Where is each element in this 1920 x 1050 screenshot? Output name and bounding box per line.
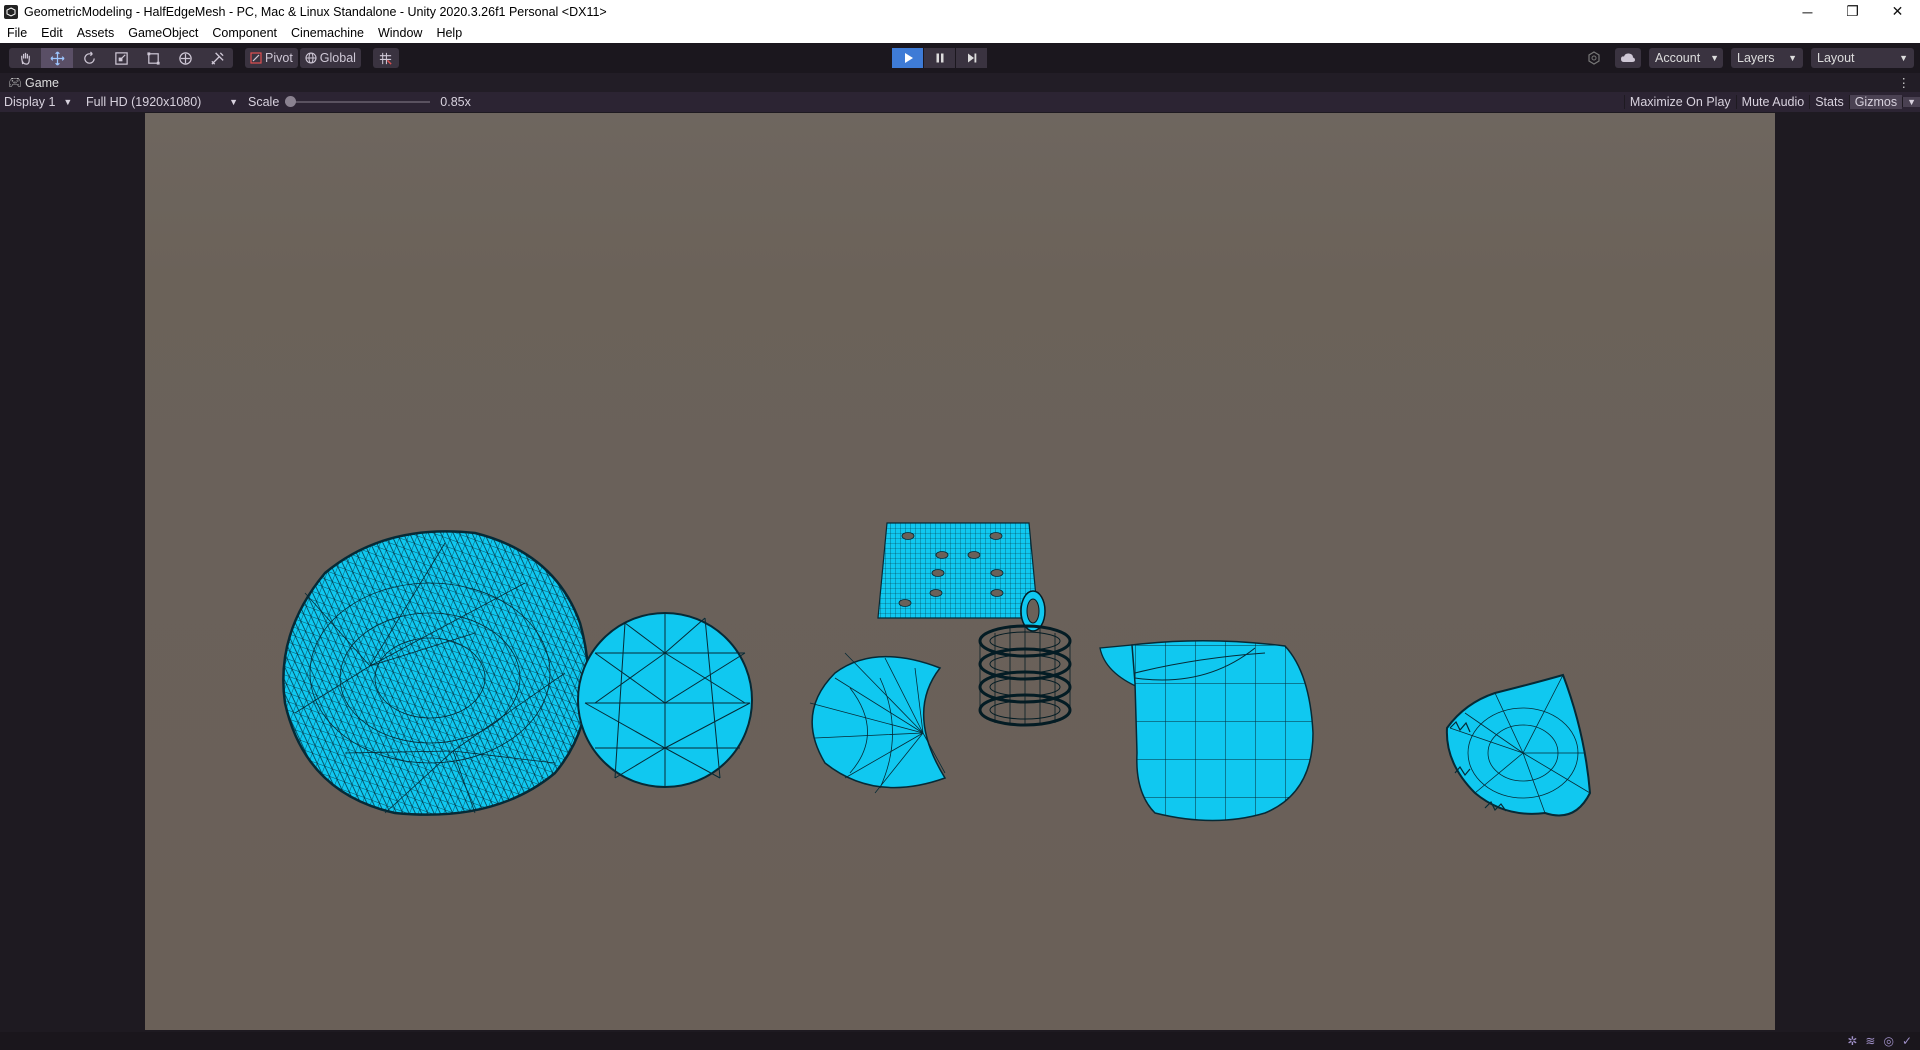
restore-button[interactable]: ❐ (1830, 0, 1875, 23)
chevron-down-icon: ▼ (229, 97, 238, 107)
unity-logo-icon (4, 4, 18, 19)
spiky-cone-mesh[interactable] (1445, 673, 1592, 817)
menu-component[interactable]: Component (205, 26, 284, 40)
menu-bar: File Edit Assets GameObject Component Ci… (0, 23, 1920, 43)
menu-gameobject[interactable]: GameObject (121, 26, 205, 40)
perforated-plate-mesh[interactable] (877, 522, 1039, 619)
rect-tool-button[interactable] (137, 48, 169, 68)
cloud-icon (1621, 53, 1635, 62)
kebab-menu-icon[interactable]: ⋮ (1898, 75, 1911, 90)
gizmos-toggle[interactable]: Gizmos (1848, 95, 1903, 109)
resolution-label: Full HD (1920x1080) (86, 95, 202, 109)
scale-slider[interactable] (285, 96, 431, 107)
hand-tool-button[interactable] (9, 48, 41, 68)
rotate-tool-button[interactable] (73, 48, 105, 68)
scale-label: Scale (248, 95, 280, 109)
scene-render (282, 522, 1592, 822)
grid-snap-icon (380, 52, 393, 65)
tools-icon (210, 51, 224, 65)
mute-audio-toggle[interactable]: Mute Audio (1735, 95, 1810, 109)
global-label: Global (319, 51, 356, 65)
globe-icon (305, 52, 317, 64)
chevron-down-icon: ▼ (1788, 53, 1797, 63)
grid-snap-button[interactable] (372, 48, 399, 68)
layout-label: Layout (1817, 51, 1855, 65)
hand-icon (20, 52, 30, 65)
right-toolbar: Account ▼ Layers ▼ Layout ▼ (1573, 48, 1914, 68)
pivot-toggle[interactable]: Pivot (245, 48, 298, 68)
game-viewport[interactable] (145, 113, 1775, 1030)
transform-tools (9, 48, 233, 68)
custom-tool-button[interactable] (201, 48, 233, 68)
rect-icon (146, 51, 160, 65)
chevron-down-icon: ▼ (1710, 53, 1720, 63)
rotate-icon (83, 51, 95, 64)
layers-dropdown[interactable]: Layers ▼ (1731, 48, 1803, 68)
scale-tool-button[interactable] (105, 48, 137, 68)
move-tool-button[interactable] (41, 48, 73, 68)
move-icon (50, 51, 64, 65)
step-button[interactable] (956, 48, 987, 68)
step-icon (967, 53, 976, 63)
transform-tool-button[interactable] (169, 48, 201, 68)
menu-edit[interactable]: Edit (34, 26, 70, 40)
debug-icon[interactable]: ✲ (1847, 1034, 1857, 1048)
layers-status-icon[interactable]: ≋ (1865, 1034, 1875, 1048)
game-tab-header: 🎮︎ Game ⋮ (0, 73, 1920, 92)
play-controls (892, 48, 988, 68)
scale-value: 0.85x (440, 95, 471, 109)
organic-blob-mesh[interactable] (282, 530, 590, 816)
window-title: GeometricModeling - HalfEdgeMesh - PC, M… (24, 4, 607, 19)
cloud-button[interactable] (1615, 48, 1641, 68)
menu-file[interactable]: File (0, 26, 34, 40)
menu-help[interactable]: Help (429, 26, 469, 40)
global-toggle[interactable]: Global (299, 48, 361, 68)
stats-toggle[interactable]: Stats (1809, 95, 1849, 109)
scale-icon (114, 51, 128, 65)
display-label: Display 1 (4, 95, 56, 109)
pause-icon (936, 53, 943, 63)
menu-window[interactable]: Window (371, 26, 429, 40)
collab-icon (1588, 51, 1600, 65)
close-button[interactable]: ✕ (1875, 0, 1920, 23)
tab-game[interactable]: Game (25, 76, 59, 90)
auto-generate-lighting-icon[interactable]: ◎ (1883, 1034, 1893, 1048)
chevron-down-icon: ▼ (63, 97, 73, 107)
menu-assets[interactable]: Assets (70, 26, 122, 40)
gamepad-icon: 🎮︎ (8, 77, 22, 89)
window-titlebar: GeometricModeling - HalfEdgeMesh - PC, M… (0, 0, 1920, 23)
status-bar: ✲ ≋ ◎ ✓ (0, 1032, 1920, 1050)
transform-icon (178, 51, 192, 65)
game-view-toolbar: Display 1 ▼ Full HD (1920x1080) ▼ Scale 0.… (0, 92, 1920, 112)
mug-mesh[interactable] (1099, 639, 1314, 822)
menu-cinemachine[interactable]: Cinemachine (284, 26, 371, 40)
account-dropdown[interactable]: Account ▼ (1649, 48, 1723, 68)
layout-dropdown[interactable]: Layout ▼ (1811, 48, 1914, 68)
resolution-select[interactable]: Full HD (1920x1080) ▼ (86, 95, 238, 109)
collab-button[interactable] (1581, 48, 1607, 68)
layers-label: Layers (1737, 51, 1775, 65)
maximize-on-play-toggle[interactable]: Maximize On Play (1623, 95, 1736, 109)
display-select[interactable]: Display 1 ▼ (4, 95, 80, 109)
pivot-icon (250, 52, 262, 64)
play-button[interactable] (892, 48, 923, 68)
play-icon (904, 53, 913, 63)
check-icon[interactable]: ✓ (1902, 1034, 1912, 1048)
gizmos-dropdown-chevron-icon[interactable]: ▼ (1902, 97, 1920, 107)
icosphere-mesh[interactable] (577, 612, 753, 788)
chevron-down-icon: ▼ (1899, 53, 1908, 63)
pivot-label: Pivot (265, 51, 293, 65)
pause-button[interactable] (924, 48, 955, 68)
crescent-disc-mesh[interactable] (809, 652, 947, 794)
scale-slider-handle[interactable] (285, 96, 297, 107)
minimize-button[interactable]: ─ (1785, 0, 1830, 23)
account-label: Account (1655, 51, 1701, 65)
